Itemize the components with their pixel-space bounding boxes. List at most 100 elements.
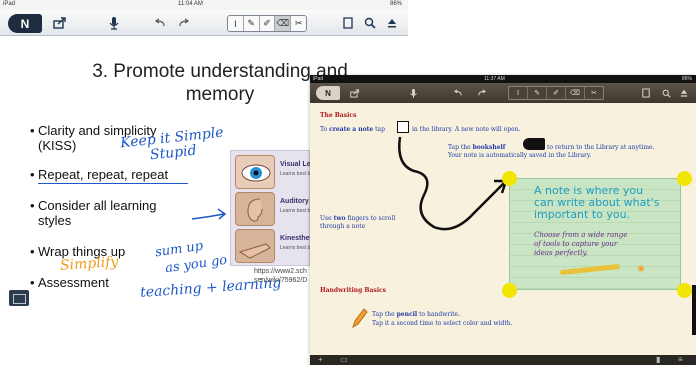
battery-level: 86% <box>389 1 402 7</box>
slide-thumbnail-icon[interactable] <box>9 290 29 306</box>
notes-bookshelf-tail: to return to the Library at anytime. <box>547 144 655 151</box>
add-page-icon[interactable]: + <box>318 355 323 364</box>
bullet-kiss: (KISS) <box>38 138 76 153</box>
learning-styles-graphic: Visual Learn Learns best by l Auditory L… <box>230 150 326 266</box>
learning-style-auditory: Auditory Lear Learns best by l <box>235 192 326 226</box>
handwriting-simplify: Simplify <box>59 253 119 275</box>
clock: 11:04 AM <box>178 1 203 7</box>
notes-device-label: iPad <box>313 76 324 82</box>
hand-icon <box>235 229 275 263</box>
bullet-styles: styles <box>38 213 71 228</box>
status-bar: iPad 11:04 AM 86% <box>0 0 408 10</box>
redo-icon <box>179 18 190 27</box>
learning-style-kinesthetic: Kinesthetic L Learns best by t <box>235 229 324 263</box>
bullet-kiss-text: (KISS) <box>38 138 77 153</box>
resize-handle[interactable] <box>677 171 692 186</box>
notes-scissors-tool[interactable]: ✂ <box>585 87 603 99</box>
notes-status-bar: iPad 11:37 AM 86% <box>310 75 696 83</box>
microphone-button[interactable] <box>104 13 124 33</box>
menu-icon[interactable]: ≡ <box>678 355 683 364</box>
share-button[interactable] <box>50 13 70 33</box>
note-card-line6: ideas perfectly. <box>534 249 588 257</box>
notes-app-window: iPad 11:37 AM 86% N I ✎ ✐ ⌫ ✂ The Basics… <box>310 75 696 365</box>
microphone-icon <box>409 88 417 98</box>
eye-icon <box>235 155 275 189</box>
pencil-icon <box>352 308 368 329</box>
source-url: https://www2.sch sen/wiki/75962/D <box>254 267 307 285</box>
notes-eject-button[interactable] <box>678 86 690 100</box>
pen-tool-button[interactable]: ✎ <box>244 16 260 31</box>
page-button[interactable] <box>340 13 356 33</box>
document-icon[interactable]: ▮ <box>656 355 660 364</box>
top-toolbar: N I ✎ ✐ ⌫ ✂ <box>0 10 408 36</box>
eject-icon <box>680 89 688 97</box>
screenshot-canvas: { "statusbar": { "device": "iPad", "time… <box>0 0 696 365</box>
resize-handle[interactable] <box>677 283 692 298</box>
notes-drawn-arrow <box>398 136 508 231</box>
notes-library-button[interactable]: N <box>316 86 340 100</box>
notes-undo-button[interactable] <box>452 86 464 100</box>
undo-button[interactable] <box>152 13 168 33</box>
notes-share-button[interactable] <box>348 86 362 100</box>
notes-pencil-line: Tap the pencil to handwrite. <box>372 311 460 318</box>
library-button[interactable]: N <box>8 14 42 33</box>
eject-button[interactable] <box>384 13 400 33</box>
notes-page-button[interactable] <box>640 86 652 100</box>
notes-create-tail: in the library. A new note will open. <box>412 126 521 133</box>
highlighter-tool-button[interactable]: ✐ <box>260 16 276 31</box>
bullet-assessment: • Assessment <box>30 275 109 290</box>
notes-logo-icon: N <box>325 88 331 98</box>
bullet-styles-text: styles <box>38 213 72 228</box>
notes-bottom-bar: + ▭ ▮ ≡ <box>310 355 696 365</box>
notes-pen-tool[interactable]: ✎ <box>528 87 547 99</box>
undo-icon <box>453 89 462 96</box>
source-url-line2: sen/wiki/75962/D <box>254 277 308 284</box>
bullet-repeat: • Repeat, repeat, repeat <box>30 167 169 182</box>
note-card-line4: Choose from a wide range <box>534 231 628 239</box>
notes-basics-title: The Basics <box>320 112 357 119</box>
repeat-underline <box>38 183 188 184</box>
text-tool-button[interactable]: I <box>228 16 244 31</box>
bullet-assessment-text: Assessment <box>38 275 109 290</box>
notes-redo-button[interactable] <box>476 86 488 100</box>
redo-button[interactable] <box>176 13 192 33</box>
notes-scroll-line: Use two fingers to scroll <box>320 215 396 222</box>
notes-search-button[interactable] <box>660 86 672 100</box>
page-icon <box>642 88 650 98</box>
scissors-tool-button[interactable]: ✂ <box>291 16 306 31</box>
notes-highlighter-tool[interactable]: ✐ <box>547 87 566 99</box>
new-note-icon <box>397 121 409 133</box>
handwriting-stupid: Stupid <box>149 142 198 164</box>
notes-handwriting-title: Handwriting Basics <box>320 287 387 294</box>
page-icon <box>343 17 353 29</box>
logo-icon: N <box>20 16 30 31</box>
note-card-line3: important to you. <box>534 208 631 221</box>
undo-icon <box>154 18 165 27</box>
notes-text-tool[interactable]: I <box>509 87 528 99</box>
notes-pencil-line2: Tap it a second time to select color and… <box>372 320 513 327</box>
microphone-icon <box>109 17 119 30</box>
redo-icon <box>478 89 487 96</box>
sun-icon: ✷ <box>636 262 647 276</box>
bullet-repeat-text: Repeat, repeat, repeat <box>38 167 169 182</box>
pages-icon[interactable]: ▭ <box>340 355 348 364</box>
device-label: iPad <box>3 1 16 7</box>
tool-selector: I ✎ ✐ ⌫ ✂ <box>227 15 307 32</box>
resize-handle[interactable] <box>502 283 517 298</box>
notes-create-line: To create a note tap <box>320 126 385 133</box>
notes-clock: 11:37 AM <box>484 76 505 82</box>
notes-tool-selector: I ✎ ✐ ⌫ ✂ <box>508 86 604 100</box>
learning-style-visual: Visual Learn Learns best by l <box>235 155 322 189</box>
bullet-learning: • Consider all learning <box>30 198 157 213</box>
resize-handle[interactable] <box>502 171 517 186</box>
search-button[interactable] <box>362 13 378 33</box>
edge-tab <box>692 285 696 335</box>
eraser-tool-button[interactable]: ⌫ <box>275 16 292 31</box>
notes-battery: 86% <box>681 76 692 82</box>
eject-icon <box>388 19 396 28</box>
notes-microphone-button[interactable] <box>406 86 420 100</box>
bullet-learning-text: Consider all learning <box>38 198 157 213</box>
notes-eraser-tool[interactable]: ⌫ <box>566 87 585 99</box>
search-icon <box>364 17 376 29</box>
notes-scroll-line2: through a note <box>320 223 366 230</box>
